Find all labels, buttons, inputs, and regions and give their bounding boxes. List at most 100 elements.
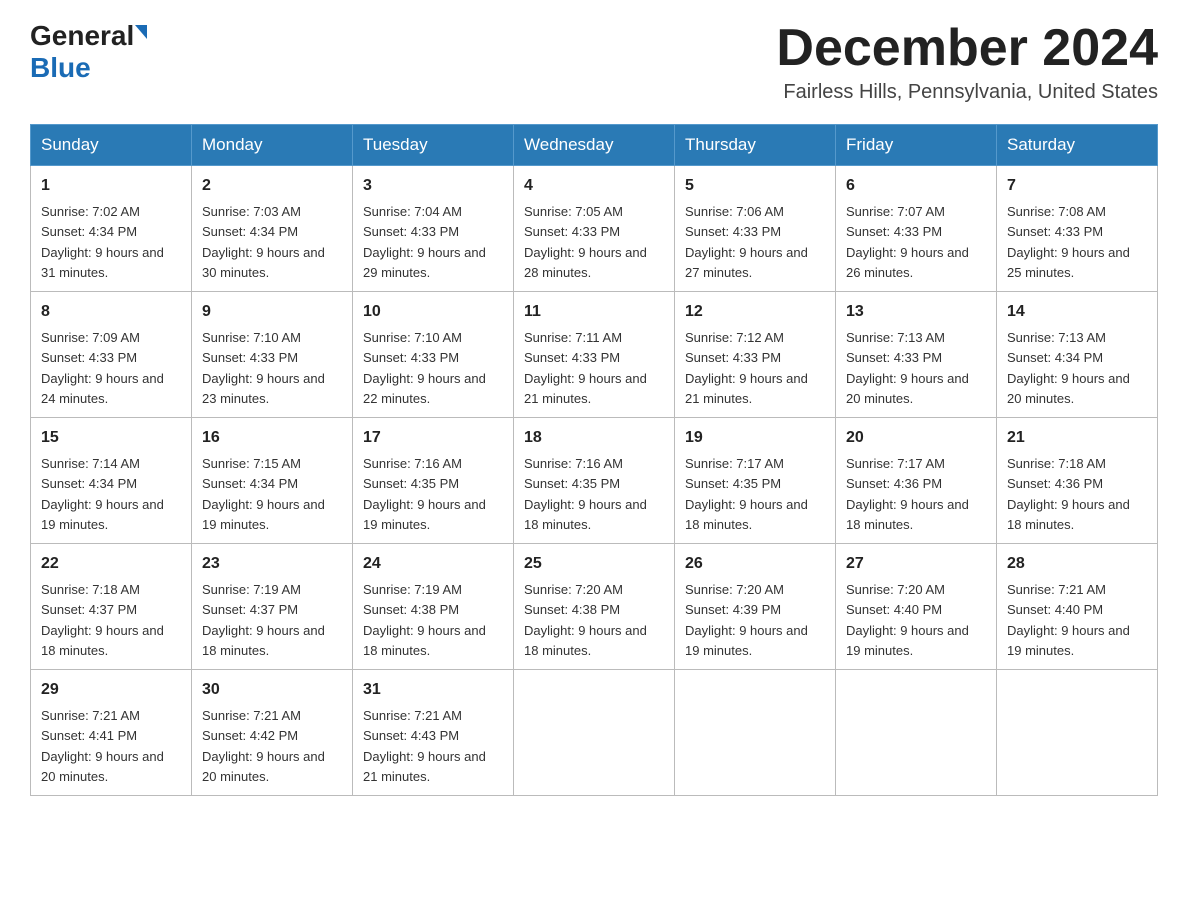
day-number: 28: [1007, 552, 1147, 576]
calendar-day-cell: 22 Sunrise: 7:18 AMSunset: 4:37 PMDaylig…: [31, 544, 192, 670]
page-header: General Blue December 2024 Fairless Hill…: [30, 20, 1158, 104]
calendar-day-cell: [997, 670, 1158, 796]
calendar-day-cell: 29 Sunrise: 7:21 AMSunset: 4:41 PMDaylig…: [31, 670, 192, 796]
calendar-week-row: 8 Sunrise: 7:09 AMSunset: 4:33 PMDayligh…: [31, 292, 1158, 418]
day-info: Sunrise: 7:21 AMSunset: 4:42 PMDaylight:…: [202, 708, 325, 784]
day-info: Sunrise: 7:12 AMSunset: 4:33 PMDaylight:…: [685, 330, 808, 406]
calendar-day-cell: 2 Sunrise: 7:03 AMSunset: 4:34 PMDayligh…: [192, 166, 353, 292]
day-info: Sunrise: 7:11 AMSunset: 4:33 PMDaylight:…: [524, 330, 647, 406]
day-number: 16: [202, 426, 342, 450]
day-number: 19: [685, 426, 825, 450]
day-number: 31: [363, 678, 503, 702]
calendar-day-cell: 9 Sunrise: 7:10 AMSunset: 4:33 PMDayligh…: [192, 292, 353, 418]
day-of-week-header: Monday: [192, 125, 353, 166]
day-number: 10: [363, 300, 503, 324]
day-number: 27: [846, 552, 986, 576]
logo-general-text: General: [30, 20, 134, 52]
day-number: 2: [202, 174, 342, 198]
day-info: Sunrise: 7:05 AMSunset: 4:33 PMDaylight:…: [524, 204, 647, 280]
day-of-week-header: Friday: [836, 125, 997, 166]
calendar-day-cell: 21 Sunrise: 7:18 AMSunset: 4:36 PMDaylig…: [997, 418, 1158, 544]
day-of-week-header: Wednesday: [514, 125, 675, 166]
day-info: Sunrise: 7:10 AMSunset: 4:33 PMDaylight:…: [202, 330, 325, 406]
logo-blue-text: Blue: [30, 52, 91, 83]
day-number: 9: [202, 300, 342, 324]
calendar-week-row: 15 Sunrise: 7:14 AMSunset: 4:34 PMDaylig…: [31, 418, 1158, 544]
day-number: 14: [1007, 300, 1147, 324]
day-number: 22: [41, 552, 181, 576]
calendar-day-cell: 15 Sunrise: 7:14 AMSunset: 4:34 PMDaylig…: [31, 418, 192, 544]
calendar-day-cell: 20 Sunrise: 7:17 AMSunset: 4:36 PMDaylig…: [836, 418, 997, 544]
calendar-day-cell: 31 Sunrise: 7:21 AMSunset: 4:43 PMDaylig…: [353, 670, 514, 796]
day-of-week-header: Thursday: [675, 125, 836, 166]
day-number: 6: [846, 174, 986, 198]
calendar-week-row: 1 Sunrise: 7:02 AMSunset: 4:34 PMDayligh…: [31, 166, 1158, 292]
calendar-day-cell: [675, 670, 836, 796]
day-info: Sunrise: 7:21 AMSunset: 4:40 PMDaylight:…: [1007, 582, 1130, 658]
day-info: Sunrise: 7:18 AMSunset: 4:36 PMDaylight:…: [1007, 456, 1130, 532]
day-number: 8: [41, 300, 181, 324]
day-info: Sunrise: 7:16 AMSunset: 4:35 PMDaylight:…: [524, 456, 647, 532]
day-info: Sunrise: 7:13 AMSunset: 4:34 PMDaylight:…: [1007, 330, 1130, 406]
day-info: Sunrise: 7:20 AMSunset: 4:39 PMDaylight:…: [685, 582, 808, 658]
day-number: 21: [1007, 426, 1147, 450]
calendar-day-cell: [836, 670, 997, 796]
day-info: Sunrise: 7:21 AMSunset: 4:43 PMDaylight:…: [363, 708, 486, 784]
day-number: 20: [846, 426, 986, 450]
day-info: Sunrise: 7:18 AMSunset: 4:37 PMDaylight:…: [41, 582, 164, 658]
day-info: Sunrise: 7:20 AMSunset: 4:40 PMDaylight:…: [846, 582, 969, 658]
day-number: 24: [363, 552, 503, 576]
day-number: 26: [685, 552, 825, 576]
day-info: Sunrise: 7:13 AMSunset: 4:33 PMDaylight:…: [846, 330, 969, 406]
calendar-day-cell: 6 Sunrise: 7:07 AMSunset: 4:33 PMDayligh…: [836, 166, 997, 292]
day-info: Sunrise: 7:03 AMSunset: 4:34 PMDaylight:…: [202, 204, 325, 280]
calendar-day-cell: 30 Sunrise: 7:21 AMSunset: 4:42 PMDaylig…: [192, 670, 353, 796]
day-info: Sunrise: 7:15 AMSunset: 4:34 PMDaylight:…: [202, 456, 325, 532]
logo: General Blue: [30, 20, 147, 84]
calendar-day-cell: 5 Sunrise: 7:06 AMSunset: 4:33 PMDayligh…: [675, 166, 836, 292]
calendar-day-cell: 14 Sunrise: 7:13 AMSunset: 4:34 PMDaylig…: [997, 292, 1158, 418]
calendar-day-cell: 11 Sunrise: 7:11 AMSunset: 4:33 PMDaylig…: [514, 292, 675, 418]
calendar-day-cell: 16 Sunrise: 7:15 AMSunset: 4:34 PMDaylig…: [192, 418, 353, 544]
calendar-day-cell: 12 Sunrise: 7:12 AMSunset: 4:33 PMDaylig…: [675, 292, 836, 418]
day-number: 17: [363, 426, 503, 450]
calendar-day-cell: 10 Sunrise: 7:10 AMSunset: 4:33 PMDaylig…: [353, 292, 514, 418]
day-number: 12: [685, 300, 825, 324]
logo-arrow-icon: [135, 25, 147, 39]
day-info: Sunrise: 7:10 AMSunset: 4:33 PMDaylight:…: [363, 330, 486, 406]
calendar-day-cell: 27 Sunrise: 7:20 AMSunset: 4:40 PMDaylig…: [836, 544, 997, 670]
calendar-day-cell: 17 Sunrise: 7:16 AMSunset: 4:35 PMDaylig…: [353, 418, 514, 544]
day-info: Sunrise: 7:07 AMSunset: 4:33 PMDaylight:…: [846, 204, 969, 280]
day-of-week-header: Tuesday: [353, 125, 514, 166]
calendar-day-cell: 4 Sunrise: 7:05 AMSunset: 4:33 PMDayligh…: [514, 166, 675, 292]
day-info: Sunrise: 7:21 AMSunset: 4:41 PMDaylight:…: [41, 708, 164, 784]
calendar-day-cell: [514, 670, 675, 796]
calendar-day-cell: 7 Sunrise: 7:08 AMSunset: 4:33 PMDayligh…: [997, 166, 1158, 292]
day-of-week-header: Sunday: [31, 125, 192, 166]
calendar-day-cell: 24 Sunrise: 7:19 AMSunset: 4:38 PMDaylig…: [353, 544, 514, 670]
day-info: Sunrise: 7:20 AMSunset: 4:38 PMDaylight:…: [524, 582, 647, 658]
day-info: Sunrise: 7:08 AMSunset: 4:33 PMDaylight:…: [1007, 204, 1130, 280]
day-number: 4: [524, 174, 664, 198]
calendar-day-cell: 3 Sunrise: 7:04 AMSunset: 4:33 PMDayligh…: [353, 166, 514, 292]
day-number: 30: [202, 678, 342, 702]
calendar-week-row: 22 Sunrise: 7:18 AMSunset: 4:37 PMDaylig…: [31, 544, 1158, 670]
title-area: December 2024 Fairless Hills, Pennsylvan…: [776, 20, 1158, 104]
day-number: 7: [1007, 174, 1147, 198]
calendar-day-cell: 26 Sunrise: 7:20 AMSunset: 4:39 PMDaylig…: [675, 544, 836, 670]
day-info: Sunrise: 7:16 AMSunset: 4:35 PMDaylight:…: [363, 456, 486, 532]
day-number: 5: [685, 174, 825, 198]
day-number: 25: [524, 552, 664, 576]
day-info: Sunrise: 7:06 AMSunset: 4:33 PMDaylight:…: [685, 204, 808, 280]
calendar-day-cell: 28 Sunrise: 7:21 AMSunset: 4:40 PMDaylig…: [997, 544, 1158, 670]
day-of-week-header: Saturday: [997, 125, 1158, 166]
day-info: Sunrise: 7:17 AMSunset: 4:36 PMDaylight:…: [846, 456, 969, 532]
calendar-header-row: SundayMondayTuesdayWednesdayThursdayFrid…: [31, 125, 1158, 166]
day-number: 29: [41, 678, 181, 702]
calendar-day-cell: 1 Sunrise: 7:02 AMSunset: 4:34 PMDayligh…: [31, 166, 192, 292]
day-number: 23: [202, 552, 342, 576]
day-info: Sunrise: 7:04 AMSunset: 4:33 PMDaylight:…: [363, 204, 486, 280]
day-info: Sunrise: 7:17 AMSunset: 4:35 PMDaylight:…: [685, 456, 808, 532]
calendar-day-cell: 23 Sunrise: 7:19 AMSunset: 4:37 PMDaylig…: [192, 544, 353, 670]
calendar-day-cell: 18 Sunrise: 7:16 AMSunset: 4:35 PMDaylig…: [514, 418, 675, 544]
